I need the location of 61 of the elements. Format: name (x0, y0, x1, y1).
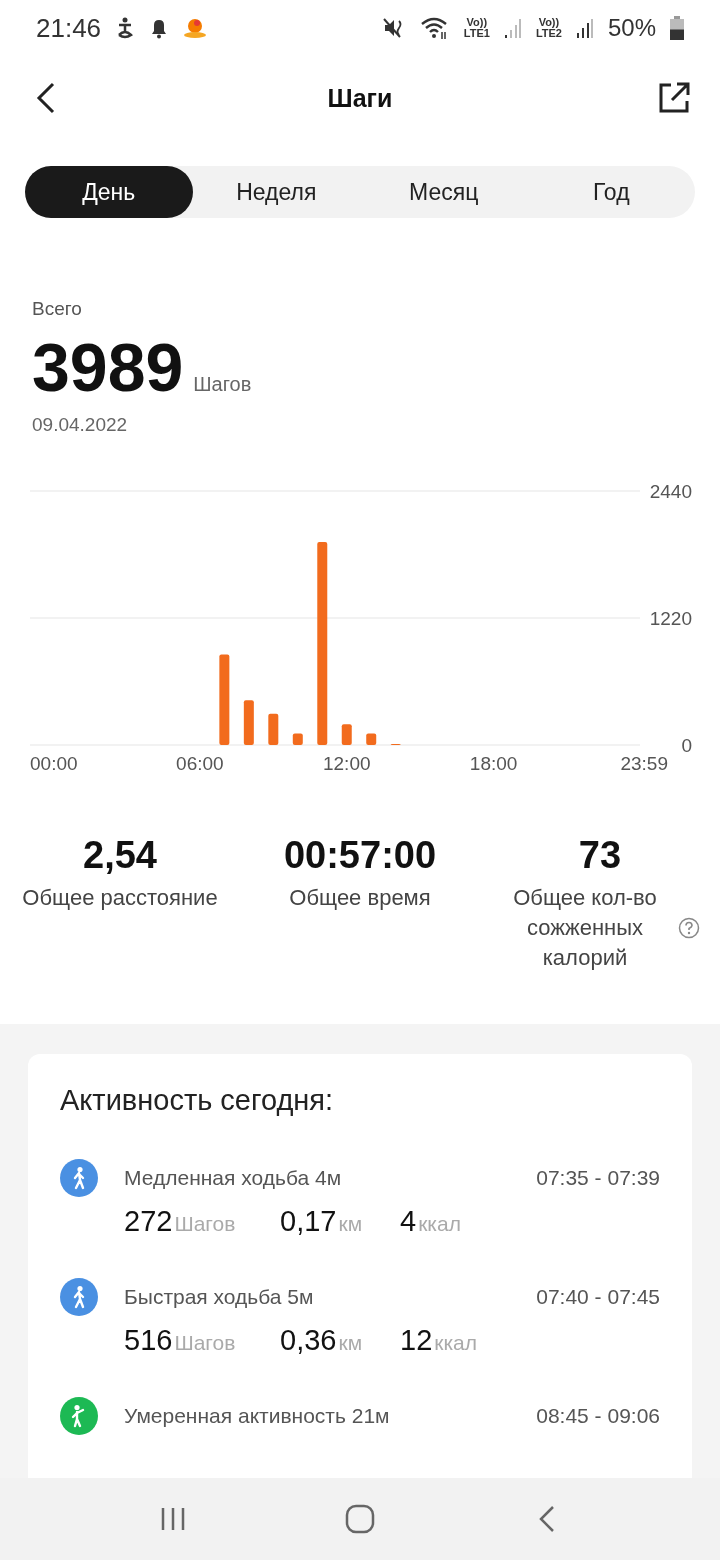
activity-time: 07:35 - 07:39 (536, 1166, 660, 1190)
steps-total: 3989 (32, 328, 184, 406)
axis-label: 1220 (649, 608, 692, 629)
metric-value: 516 (124, 1324, 173, 1357)
steps-unit: Шагов (193, 373, 252, 396)
axis-label: 18:00 (469, 753, 518, 772)
signal-icon (575, 17, 594, 39)
axis-label: 12:00 (323, 753, 371, 772)
status-time: 21:46 (36, 12, 102, 44)
network-label: LTE2 (535, 28, 562, 39)
total-caption: Всего (32, 298, 83, 320)
metric-unit: Шагов (174, 1331, 236, 1355)
help-icon[interactable] (678, 917, 700, 939)
signal-icon (503, 17, 522, 39)
axis-label: 06:00 (176, 753, 224, 772)
metric-unit: км (338, 1331, 363, 1355)
metric-unit: ккал (418, 1212, 461, 1236)
metric-unit: ккал (434, 1331, 478, 1355)
stat-label: Общее время (289, 884, 431, 912)
chevron-left-icon (35, 81, 57, 115)
activity-name: Медленная ходьба 4м (124, 1166, 343, 1190)
metric-unit: км (338, 1212, 363, 1236)
axis-label: 23:59 (620, 753, 668, 772)
stat-value: 73 (578, 834, 622, 877)
axis-label: 00:00 (30, 753, 78, 772)
metric-value: 272 (124, 1205, 173, 1238)
metric-unit: Шагов (174, 1212, 236, 1236)
stat-label: Общее расстояние (22, 884, 218, 912)
metric-value: 12 (400, 1324, 433, 1357)
period-tab[interactable]: Месяц (360, 166, 528, 218)
home-icon (345, 1504, 375, 1534)
stat-value: 00:57:00 (283, 834, 437, 877)
app-notification-icon (183, 17, 208, 39)
activity-name: Умеренная активность 21м (124, 1404, 391, 1428)
date-label: 09.04.2022 (32, 414, 129, 436)
axis-label: 2440 (649, 481, 692, 502)
axis-label: 0 (681, 735, 692, 756)
battery-icon (670, 16, 684, 40)
stat-label: Общее кол-во сожженных калорий (512, 884, 658, 972)
activity-time: 07:40 - 07:45 (536, 1285, 660, 1309)
page-title: Шаги (327, 83, 393, 113)
metric-value: 0,17 (280, 1205, 337, 1238)
activity-name: Быстрая ходьба 5м (124, 1285, 315, 1309)
volte-label: Vo)) (538, 17, 560, 28)
period-tab[interactable]: Год (527, 166, 695, 218)
period-tab[interactable]: День (25, 166, 193, 218)
bar (292, 733, 303, 745)
activity-time: 08:45 - 09:06 (536, 1404, 660, 1428)
card-title: Активность сегодня: (60, 1084, 335, 1117)
volte-label: Vo)) (466, 17, 488, 28)
bar (268, 713, 279, 745)
share-icon (657, 81, 691, 115)
metric-value: 0,36 (280, 1324, 337, 1357)
metric-value: 4 (400, 1205, 417, 1238)
bar (243, 700, 254, 745)
network-label: LTE1 (463, 28, 490, 39)
stat-value: 2,54 (83, 834, 157, 877)
period-tab[interactable]: Неделя (192, 166, 360, 218)
bar (341, 724, 352, 745)
bar (366, 733, 377, 745)
battery-percent: 50% (607, 14, 656, 42)
